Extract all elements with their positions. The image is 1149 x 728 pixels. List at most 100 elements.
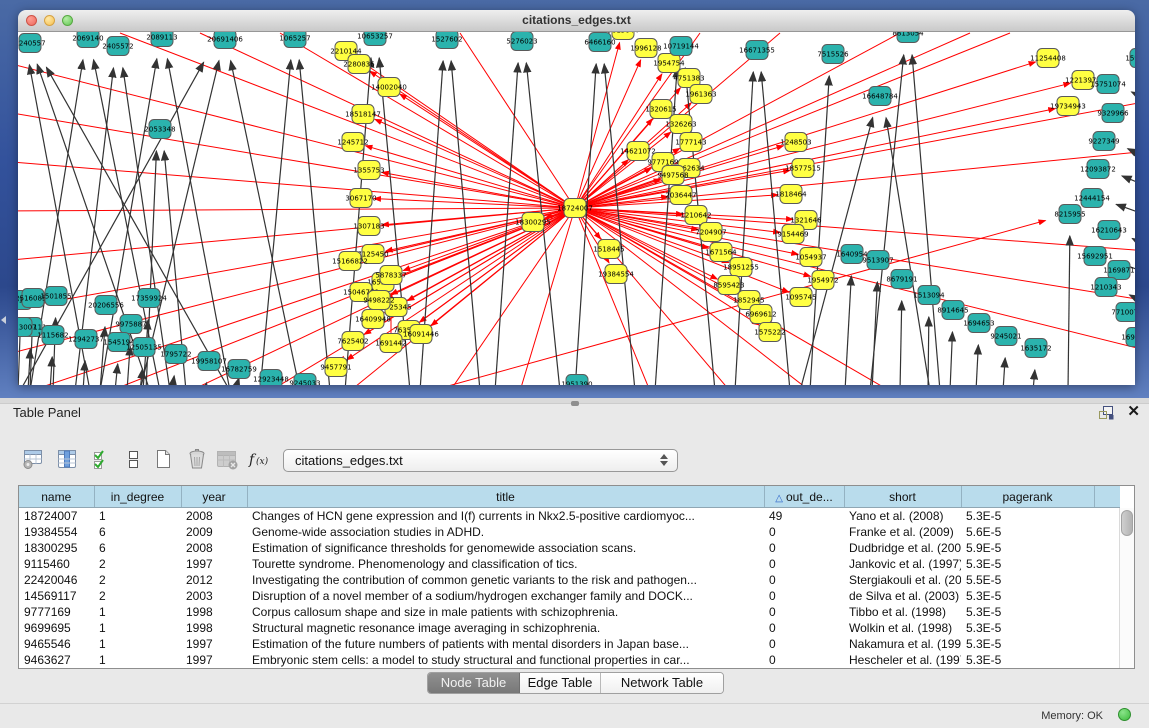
table-cell[interactable]: 2: [94, 588, 181, 604]
table-row[interactable]: 946554611997Estimation of the future num…: [19, 636, 1120, 652]
column-header-in_degree[interactable]: in_degree: [94, 486, 181, 508]
table-cell[interactable]: 0: [764, 636, 844, 652]
graph-node-selected[interactable]: 7204907: [695, 223, 726, 242]
red-edge[interactable]: [431, 208, 575, 326]
graph-node[interactable]: 1501855: [40, 287, 71, 306]
graph-node[interactable]: 8813054: [892, 32, 924, 43]
zoom-window-button[interactable]: [62, 15, 73, 26]
graph-node[interactable]: 1951390: [561, 375, 592, 386]
window-titlebar[interactable]: citations_edges.txt: [18, 10, 1135, 32]
graph-node[interactable]: 2089113: [146, 32, 177, 47]
table-cell[interactable]: 6: [94, 524, 181, 540]
table-cell[interactable]: Estimation of the future numbers of pati…: [247, 636, 764, 652]
table-cell[interactable]: 1: [94, 652, 181, 668]
red-edge[interactable]: [575, 208, 810, 385]
table-row[interactable]: 1872400712008Changes of HCN gene express…: [19, 508, 1120, 525]
graph-node[interactable]: 1169871: [1103, 261, 1134, 280]
table-cell[interactable]: Dudbridge et al. (2008): [844, 540, 961, 556]
table-row[interactable]: 911546021997Tourette syndrome. Phenomeno…: [19, 556, 1120, 572]
graph-node[interactable]: 9245021: [990, 327, 1021, 346]
black-edge[interactable]: [1116, 204, 1135, 216]
graph-node[interactable]: 12923448: [253, 370, 289, 386]
table-cell[interactable]: 22420046: [19, 572, 94, 588]
red-edge[interactable]: [365, 146, 575, 208]
table-cell[interactable]: Nakamura et al. (1997): [844, 636, 961, 652]
graph-node-selected[interactable]: 7625402: [337, 332, 368, 351]
red-edge[interactable]: [575, 33, 970, 208]
table-cell[interactable]: 1998: [181, 620, 247, 636]
table-cell[interactable]: 19384554: [19, 524, 94, 540]
table-cell[interactable]: 2: [94, 556, 181, 572]
graph-node-selected[interactable]: 19734943: [1050, 97, 1086, 116]
red-edge[interactable]: [460, 33, 575, 208]
graph-node-selected[interactable]: 5878337: [375, 266, 406, 285]
table-cell[interactable]: 0: [764, 556, 844, 572]
minimize-window-button[interactable]: [44, 15, 55, 26]
table-cell[interactable]: 2008: [181, 508, 247, 525]
graph-node-selected[interactable]: 11254408: [1030, 49, 1066, 68]
column-header-out_de[interactable]: △out_de...: [764, 486, 844, 508]
graph-node-selected[interactable]: 1210642: [680, 206, 711, 225]
black-edge[interactable]: [872, 282, 877, 385]
graph-node[interactable]: 1527602: [431, 32, 462, 49]
table-row[interactable]: 946362711997Embryonic stem cells: a mode…: [19, 652, 1120, 668]
table-selector-dropdown[interactable]: citations_edges.txt: [283, 449, 678, 472]
graph-node[interactable]: 20206556: [88, 296, 124, 315]
graph-node[interactable]: 9975887: [115, 315, 146, 334]
black-edge[interactable]: [810, 76, 829, 385]
new-document-icon[interactable]: [150, 446, 176, 472]
table-cell[interactable]: 14569117: [19, 588, 94, 604]
table-cell[interactable]: 0: [764, 540, 844, 556]
function-builder-icon[interactable]: f (x): [246, 446, 272, 472]
red-edge[interactable]: [382, 172, 575, 208]
black-edge[interactable]: [1132, 92, 1135, 101]
red-edge[interactable]: [280, 33, 575, 208]
column-header-pagerank[interactable]: pagerank: [961, 486, 1094, 508]
black-edge[interactable]: [235, 378, 239, 385]
table-cell[interactable]: Wolkin et al. (1998): [844, 620, 961, 636]
splitter-handle-icon[interactable]: [571, 401, 579, 406]
table-cell[interactable]: 9699695: [19, 620, 94, 636]
black-edge[interactable]: [50, 357, 52, 385]
graph-node-selected[interactable]: 9497568: [657, 166, 688, 185]
table-row[interactable]: 1938455462009Genome-wide association stu…: [19, 524, 1120, 540]
black-edge[interactable]: [115, 364, 118, 385]
graph-node[interactable]: 1595814: [1125, 49, 1135, 68]
black-edge[interactable]: [1122, 176, 1135, 187]
graph-node-selected[interactable]: 1818464: [775, 185, 807, 204]
table-cell[interactable]: 2003: [181, 588, 247, 604]
table-cell[interactable]: Embryonic stem cells: a model to study s…: [247, 652, 764, 668]
column-header-short[interactable]: short: [844, 486, 961, 508]
red-edge[interactable]: [401, 208, 575, 335]
table-cell[interactable]: 5.5E-5: [961, 572, 1094, 588]
black-edge[interactable]: [845, 276, 851, 385]
graph-node[interactable]: 12444154: [1074, 189, 1110, 208]
tab-edge-table[interactable]: Edge Table: [520, 673, 601, 693]
graph-node[interactable]: 8914645: [937, 301, 968, 320]
table-cell[interactable]: 5.3E-5: [961, 508, 1094, 525]
graph-node[interactable]: 2240557: [18, 34, 46, 53]
graph-node-selected[interactable]: 6969612: [745, 305, 776, 324]
red-edge[interactable]: [18, 208, 575, 211]
table-cell[interactable]: Structural magnetic resonance image aver…: [247, 620, 764, 636]
table-cell[interactable]: Tibbo et al. (1998): [844, 604, 961, 620]
graph-node-selected[interactable]: 1961363: [685, 85, 716, 104]
table-cell[interactable]: 1997: [181, 652, 247, 668]
graph-node[interactable]: 9329966: [1097, 104, 1129, 123]
panel-collapse-arrow[interactable]: [1, 316, 6, 324]
table-row[interactable]: 1456911722003Disruption of a novel membe…: [19, 588, 1120, 604]
graph-node-selected[interactable]: 14002040: [371, 78, 407, 97]
graph-node-selected[interactable]: 1307183: [353, 217, 384, 236]
table-cell[interactable]: Stergiakouli et al. (2012): [844, 572, 961, 588]
table-cell[interactable]: 18724007: [19, 508, 94, 525]
table-cell[interactable]: 2008: [181, 540, 247, 556]
graph-node-selected[interactable]: 1054937: [795, 248, 826, 267]
table-row[interactable]: 2242004622012Investigating the contribut…: [19, 572, 1120, 588]
graph-node-selected[interactable]: 1575222: [754, 323, 785, 342]
graph-node[interactable]: 12942737: [68, 330, 104, 349]
graph-node[interactable]: 2405572: [102, 37, 133, 56]
table-cell[interactable]: 9463627: [19, 652, 94, 668]
red-edge[interactable]: [18, 208, 575, 261]
graph-node[interactable]: 16210643: [1091, 221, 1127, 240]
black-edge[interactable]: [299, 60, 330, 385]
